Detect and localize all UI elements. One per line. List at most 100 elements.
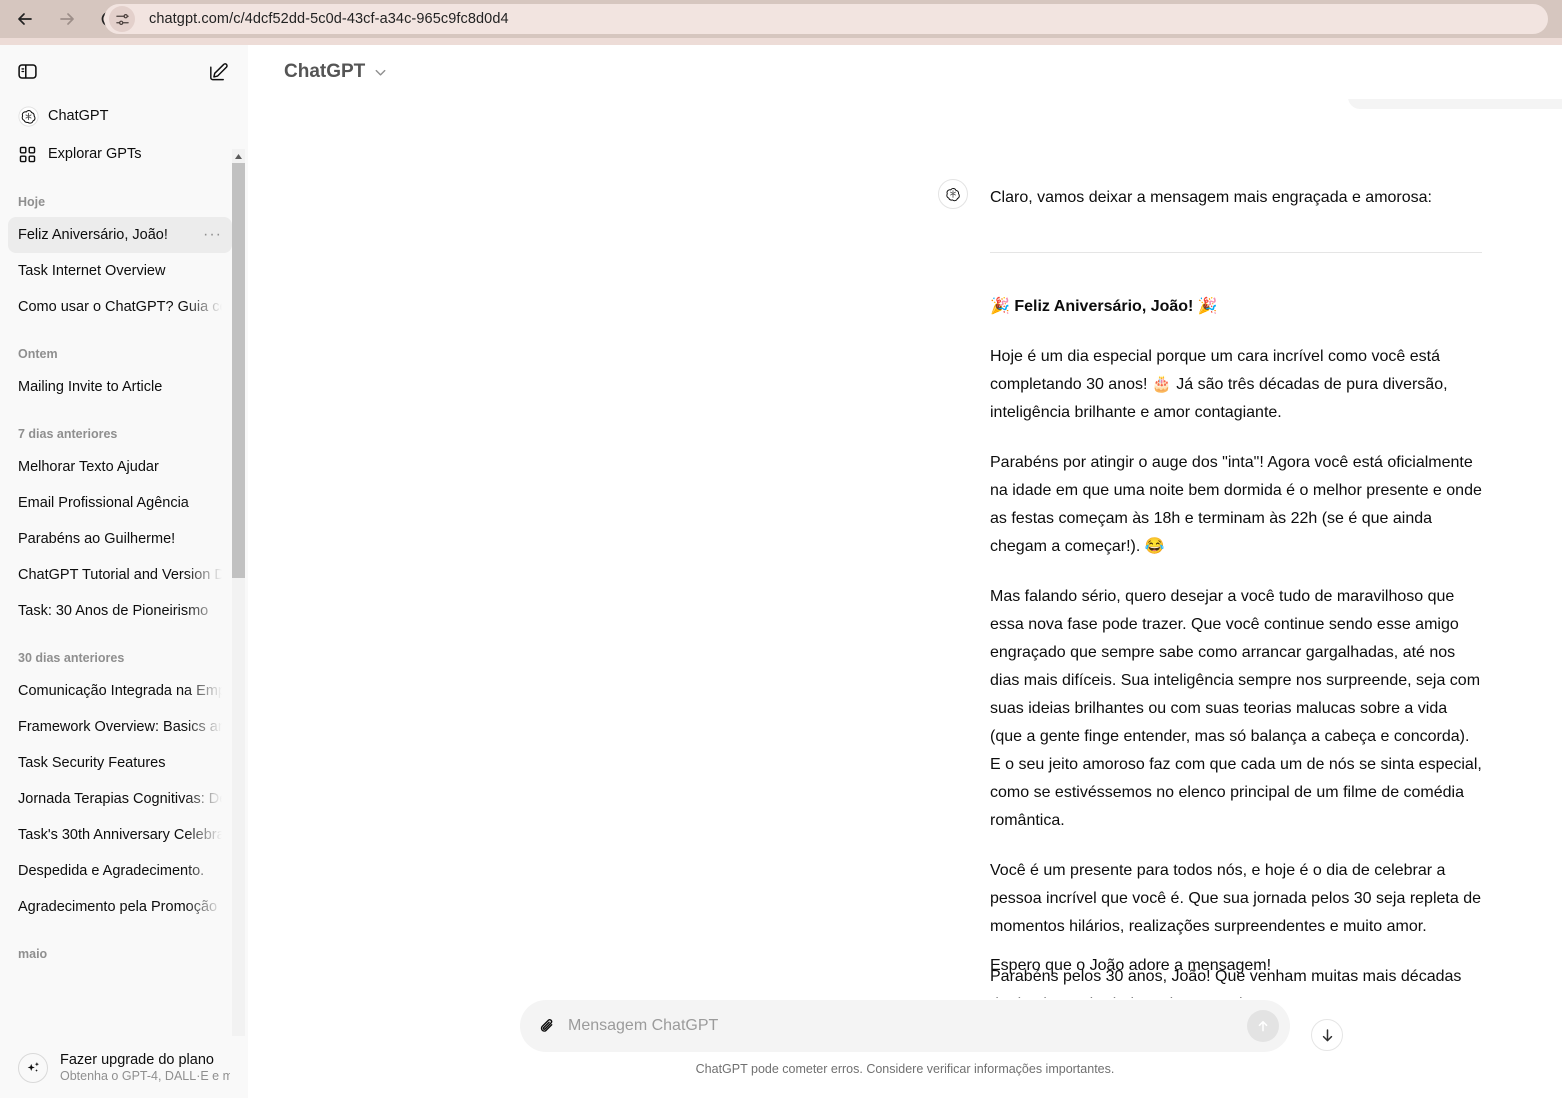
model-selector-button[interactable]: ChatGPT xyxy=(274,56,398,88)
divider-top xyxy=(990,252,1482,253)
main-panel: ChatGPT Claro, vamos deixar a mensagem m… xyxy=(248,45,1562,1098)
sidebar: ChatGPT Explorar GPTs Hoje Feliz Anivers… xyxy=(0,45,248,1098)
send-message-button[interactable] xyxy=(1247,1010,1279,1042)
sidebar-chat-item[interactable]: Agradecimento pela Promoção xyxy=(8,889,232,925)
chat-title: Mailing Invite to Article xyxy=(18,379,163,395)
openai-mark xyxy=(18,105,39,127)
main-header: ChatGPT xyxy=(248,45,1562,99)
sidebar-chat-item-active[interactable]: Feliz Aniversário, João! ··· xyxy=(8,217,232,253)
upgrade-title: Fazer upgrade do plano xyxy=(60,1052,214,1069)
scroll-to-bottom-button[interactable] xyxy=(1311,1019,1343,1051)
openai-logo-icon xyxy=(946,187,960,202)
sidebar-panel-icon xyxy=(17,63,37,79)
chat-title: Comunicação Integrada na Empresa xyxy=(18,683,222,699)
sidebar-chat-item[interactable]: Task: 30 Anos de Pioneirismo xyxy=(8,593,232,629)
message-composer[interactable] xyxy=(520,1000,1290,1052)
sidebar-chat-item[interactable]: Email Profissional Agência xyxy=(8,485,232,521)
chat-title: Agradecimento pela Promoção xyxy=(18,899,218,915)
chrome-bottom-strip xyxy=(0,38,1562,45)
sidebar-item-label: Explorar GPTs xyxy=(48,146,142,162)
toggle-sidebar-button[interactable] xyxy=(10,54,44,88)
composer-area: ChatGPT pode cometer erros. Considere ve… xyxy=(248,998,1562,1098)
chat-title: Feliz Aniversário, João! xyxy=(18,227,168,243)
chat-title: Task: 30 Anos de Pioneirismo xyxy=(18,603,209,619)
sidebar-topbar xyxy=(0,45,248,97)
sliders-icon xyxy=(115,13,129,25)
sidebar-chat-item[interactable]: Task Security Features xyxy=(8,745,232,781)
arrow-down-icon xyxy=(1322,1028,1332,1041)
browser-chrome: chatgpt.com/c/4dcf52dd-5c0d-43cf-a34c-96… xyxy=(0,0,1562,38)
chat-title: Task's 30th Anniversary Celebration xyxy=(18,827,222,843)
sidebar-group-title: Hoje xyxy=(18,195,46,209)
model-name-label: ChatGPT xyxy=(284,61,366,82)
grid-icon xyxy=(18,145,40,164)
sidebar-chat-list: Melhorar Texto Ajudar Email Profissional… xyxy=(0,449,240,629)
chat-options-icon[interactable]: ··· xyxy=(197,227,222,243)
back-arrow-icon xyxy=(18,13,32,25)
sidebar-chat-list: Mailing Invite to Article xyxy=(0,369,240,405)
upgrade-plan-button[interactable]: Fazer upgrade do plano Obtenha o GPT-4, … xyxy=(8,1042,240,1094)
sidebar-chat-item[interactable]: Parabéns ao Guilherme! xyxy=(8,521,232,557)
chat-title: Task Internet Overview xyxy=(18,263,166,279)
assistant-avatar xyxy=(938,179,968,209)
openai-logo-icon xyxy=(18,105,40,127)
paperclip-icon xyxy=(540,1018,552,1032)
browser-forward-button[interactable] xyxy=(50,2,84,36)
site-settings-icon[interactable] xyxy=(109,6,135,32)
grid-squares-icon xyxy=(19,146,36,162)
sidebar-chat-item[interactable]: Task Internet Overview xyxy=(8,253,232,289)
sidebar-chat-list: Feliz Aniversário, João! ··· Task Intern… xyxy=(0,217,240,325)
sidebar-item-explore-gpts[interactable]: Explorar GPTs xyxy=(8,135,232,173)
sidebar-item-chatgpt[interactable]: ChatGPT xyxy=(8,97,232,135)
browser-back-button[interactable] xyxy=(8,2,42,36)
chat-title: Task Security Features xyxy=(18,755,166,771)
app-root: ChatGPT Explorar GPTs Hoje Feliz Anivers… xyxy=(0,45,1562,1098)
paragraph-2: Parabéns por atingir o auge dos "inta"! … xyxy=(990,454,1482,555)
chat-title: Parabéns ao Guilherme! xyxy=(18,531,176,547)
closing-message: Espero que o João adore a mensagem! xyxy=(990,957,1272,974)
sidebar-scrollbar[interactable] xyxy=(232,149,245,1036)
upgrade-subtitle: Obtenha o GPT-4, DALL·E e muit... xyxy=(60,1069,230,1084)
assistant-message: Claro, vamos deixar a mensagem mais engr… xyxy=(248,179,1562,1098)
sidebar-group-title: Ontem xyxy=(18,347,58,361)
sidebar-group-title: maio xyxy=(18,947,48,961)
chevron-down-icon xyxy=(375,69,386,76)
sparkles-glyph-icon xyxy=(27,1061,39,1072)
chat-title: Como usar o ChatGPT? Guia completo xyxy=(18,299,222,315)
sidebar-chat-item[interactable]: Jornada Terapias Cognitivas: Detalhes xyxy=(8,781,232,817)
upgrade-text-block: Fazer upgrade do plano Obtenha o GPT-4, … xyxy=(60,1051,230,1085)
chat-title: Jornada Terapias Cognitivas: Detalhes xyxy=(18,791,222,807)
forward-arrow-icon xyxy=(60,13,74,25)
new-chat-pencil-icon xyxy=(209,62,228,80)
scrollbar-up-arrow[interactable] xyxy=(232,149,245,163)
sidebar-chat-list: Comunicação Integrada na Empresa Framewo… xyxy=(0,673,240,925)
paragraph-4: Você é um presente para todos nós, e hoj… xyxy=(990,862,1481,935)
sidebar-chat-item[interactable]: Framework Overview: Basics and More xyxy=(8,709,232,745)
new-chat-button[interactable] xyxy=(200,54,234,88)
sidebar-fixed-items: ChatGPT Explorar GPTs xyxy=(0,97,240,173)
attach-file-button[interactable] xyxy=(530,1009,564,1043)
paragraph-3: Mas falando sério, quero desejar a você … xyxy=(990,588,1482,829)
sidebar-scroll-area[interactable]: ChatGPT Explorar GPTs Hoje Feliz Anivers… xyxy=(0,97,248,1036)
intro-paragraph: Claro, vamos deixar a mensagem mais engr… xyxy=(990,189,1432,206)
sidebar-chat-item[interactable]: Como usar o ChatGPT? Guia completo xyxy=(8,289,232,325)
sidebar-group-title: 7 dias anteriores xyxy=(18,427,118,441)
birthday-heading: 🎉 Feliz Aniversário, João! 🎉 xyxy=(990,293,1482,321)
sidebar-chat-item[interactable]: Melhorar Texto Ajudar xyxy=(8,449,232,485)
sidebar-chat-item[interactable]: Task's 30th Anniversary Celebration xyxy=(8,817,232,853)
sidebar-item-label: ChatGPT xyxy=(48,108,109,124)
sidebar-chat-item[interactable]: Despedida e Agradecimento. xyxy=(8,853,232,889)
paragraph-1: Hoje é um dia especial porque um cara in… xyxy=(990,348,1448,421)
message-input[interactable] xyxy=(564,1017,1247,1035)
address-bar[interactable]: chatgpt.com/c/4dcf52dd-5c0d-43cf-a34c-96… xyxy=(104,4,1548,34)
chat-title: ChatGPT Tutorial and Version Differences xyxy=(18,567,222,583)
sidebar-chat-item[interactable]: Comunicação Integrada na Empresa xyxy=(8,673,232,709)
sidebar-chat-item[interactable]: ChatGPT Tutorial and Version Differences xyxy=(8,557,232,593)
caret-up-icon xyxy=(235,153,242,159)
conversation-thread[interactable]: Claro, vamos deixar a mensagem mais engr… xyxy=(248,99,1562,1098)
sidebar-chat-item[interactable]: Mailing Invite to Article xyxy=(8,369,232,405)
url-text: chatgpt.com/c/4dcf52dd-5c0d-43cf-a34c-96… xyxy=(149,11,509,27)
scrollbar-thumb[interactable] xyxy=(232,163,245,578)
arrow-up-icon xyxy=(1258,1020,1268,1032)
sidebar-group-title: 30 dias anteriores xyxy=(18,651,125,665)
